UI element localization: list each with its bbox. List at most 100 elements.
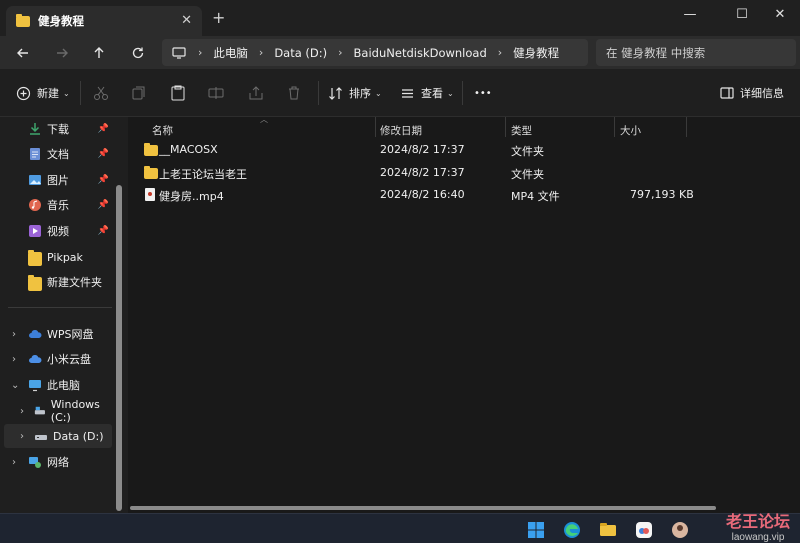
view-button[interactable]: 查看 ⌄ bbox=[400, 82, 454, 104]
delete-icon[interactable] bbox=[285, 84, 303, 102]
breadcrumb-separator[interactable]: › bbox=[259, 46, 263, 59]
column-header-size[interactable]: 大小 bbox=[620, 120, 641, 140]
breadcrumb-this-pc[interactable]: 此电脑 bbox=[213, 45, 248, 61]
cloud-icon bbox=[29, 329, 42, 338]
windows-start-icon[interactable] bbox=[526, 520, 546, 540]
up-button[interactable] bbox=[86, 42, 112, 64]
tab-active[interactable]: 健身教程 ✕ bbox=[6, 6, 202, 36]
file-modified: 2024/8/2 17:37 bbox=[380, 143, 465, 156]
more-options-button[interactable]: ••• bbox=[474, 82, 492, 104]
sidebar-item-label: 小米云盘 bbox=[47, 353, 91, 366]
horizontal-scrollbar[interactable] bbox=[130, 506, 716, 510]
breadcrumb-separator[interactable]: › bbox=[338, 46, 342, 59]
sidebar-item-data-d[interactable]: › Data (D:) bbox=[4, 424, 112, 448]
sidebar-item-wps-cloud[interactable]: › WPS网盘 bbox=[0, 322, 112, 346]
pictures-icon bbox=[29, 175, 41, 185]
file-list: ︿ 名称 修改日期 类型 大小 __MACOSX 2024/8/2 17:37 … bbox=[128, 115, 800, 513]
file-modified: 2024/8/2 17:37 bbox=[380, 166, 465, 179]
chevron-right-icon[interactable]: › bbox=[12, 354, 16, 365]
sidebar-item-windows-c[interactable]: › Windows (C:) bbox=[0, 398, 112, 424]
pin-icon: 📌 bbox=[97, 200, 109, 210]
sidebar-item-label: Windows (C:) bbox=[50, 398, 100, 424]
breadcrumb-separator[interactable]: › bbox=[498, 46, 502, 59]
close-button[interactable]: ✕ bbox=[762, 2, 798, 26]
file-explorer-icon[interactable] bbox=[598, 520, 618, 540]
sidebar-item-label: 新建文件夹 bbox=[47, 276, 102, 289]
column-divider[interactable] bbox=[614, 117, 615, 137]
sidebar-item-new-folder[interactable]: 新建文件夹 bbox=[0, 270, 112, 294]
chevron-down-icon[interactable]: ⌄ bbox=[11, 380, 19, 391]
view-button-label: 查看 bbox=[421, 87, 443, 100]
sidebar-item-videos[interactable]: 视频 📌 bbox=[0, 219, 112, 243]
file-name: 上老王论坛当老王 bbox=[159, 168, 247, 181]
navigation-pane: 下载 📌 文档 📌 图片 📌 音乐 📌 视频 📌 Pikpak 新建文件夹 › … bbox=[0, 117, 128, 513]
sidebar-item-documents[interactable]: 文档 📌 bbox=[0, 142, 112, 166]
chevron-right-icon[interactable]: › bbox=[12, 329, 16, 340]
sidebar-item-label: Pikpak bbox=[47, 250, 83, 264]
file-row[interactable]: 上老王论坛当老王 2024/8/2 17:37 文件夹 bbox=[128, 162, 800, 184]
cloud-app-icon[interactable] bbox=[634, 520, 654, 540]
file-type: 文件夹 bbox=[511, 168, 544, 181]
chevron-right-icon[interactable]: › bbox=[20, 406, 24, 417]
forum-watermark: 老王论坛 laowang.vip bbox=[718, 508, 798, 543]
refresh-icon bbox=[132, 47, 144, 59]
sidebar-item-pikpak[interactable]: Pikpak bbox=[0, 245, 112, 269]
file-type: 文件夹 bbox=[511, 145, 544, 158]
new-tab-button[interactable]: + bbox=[212, 8, 225, 27]
rename-icon[interactable] bbox=[207, 84, 225, 102]
folder-icon bbox=[16, 13, 30, 27]
folder-icon bbox=[28, 274, 42, 291]
sidebar-item-xiaomi-cloud[interactable]: › 小米云盘 bbox=[0, 347, 112, 371]
details-pane-icon bbox=[720, 87, 734, 99]
avatar-app-icon[interactable] bbox=[670, 520, 690, 540]
breadcrumb-data-d[interactable]: Data (D:) bbox=[274, 46, 327, 60]
column-divider[interactable] bbox=[375, 117, 376, 137]
search-input[interactable]: 在 健身教程 中搜索 bbox=[596, 39, 796, 66]
details-pane-button[interactable]: 详细信息 bbox=[720, 82, 784, 104]
new-button-label: 新建 bbox=[37, 87, 59, 100]
sidebar-item-pictures[interactable]: 图片 📌 bbox=[0, 168, 112, 192]
minimize-button[interactable]: — bbox=[672, 2, 708, 26]
address-row: › 此电脑 › Data (D:) › BaiduNetdiskDownload… bbox=[0, 36, 800, 69]
sidebar-item-downloads[interactable]: 下载 📌 bbox=[0, 117, 112, 141]
column-header-modified[interactable]: 修改日期 bbox=[380, 120, 422, 140]
file-row[interactable]: 健身房..mp4 2024/8/2 16:40 MP4 文件 797,193 K… bbox=[128, 184, 800, 206]
plus-circle-icon bbox=[16, 86, 31, 100]
cut-icon[interactable] bbox=[92, 84, 110, 102]
sort-button[interactable]: 排序 ⌄ bbox=[328, 82, 382, 104]
back-button[interactable] bbox=[10, 42, 36, 64]
videos-icon bbox=[29, 225, 41, 237]
column-divider[interactable] bbox=[686, 117, 687, 137]
forward-arrow-icon bbox=[57, 48, 68, 58]
file-row[interactable]: __MACOSX 2024/8/2 17:37 文件夹 bbox=[128, 139, 800, 161]
pin-icon: 📌 bbox=[97, 226, 109, 236]
address-bar[interactable]: › 此电脑 › Data (D:) › BaiduNetdiskDownload… bbox=[162, 39, 588, 66]
pin-icon: 📌 bbox=[97, 149, 109, 159]
column-header-type[interactable]: 类型 bbox=[511, 120, 532, 140]
pc-icon bbox=[29, 380, 41, 392]
sidebar-item-music[interactable]: 音乐 📌 bbox=[0, 193, 112, 217]
column-divider[interactable] bbox=[505, 117, 506, 137]
sidebar-item-network[interactable]: › 网络 bbox=[0, 450, 112, 474]
chevron-right-icon[interactable]: › bbox=[12, 457, 16, 468]
copy-icon[interactable] bbox=[130, 84, 148, 102]
new-button[interactable]: 新建 ⌄ bbox=[16, 82, 70, 104]
file-type: MP4 文件 bbox=[511, 190, 560, 203]
forward-button[interactable] bbox=[49, 42, 75, 64]
breadcrumb-baidunetdiskdownload[interactable]: BaiduNetdiskDownload bbox=[354, 46, 487, 60]
sidebar-item-this-pc[interactable]: ⌄ 此电脑 bbox=[0, 373, 112, 397]
sidebar-item-label: 音乐 bbox=[47, 199, 69, 212]
paste-icon[interactable] bbox=[169, 84, 187, 102]
column-header-name[interactable]: 名称 bbox=[152, 120, 173, 140]
maximize-button[interactable]: ☐ bbox=[724, 2, 760, 26]
edge-browser-icon[interactable] bbox=[562, 520, 582, 540]
sidebar-scrollbar[interactable] bbox=[116, 185, 122, 511]
refresh-button[interactable] bbox=[125, 42, 151, 64]
tab-close-button[interactable]: ✕ bbox=[181, 13, 192, 28]
share-icon[interactable] bbox=[247, 84, 265, 102]
sidebar-divider bbox=[8, 307, 112, 308]
breadcrumb-current-folder[interactable]: 健身教程 bbox=[513, 45, 559, 61]
chevron-right-icon[interactable]: › bbox=[20, 431, 24, 442]
sort-button-label: 排序 bbox=[349, 87, 371, 100]
toolbar-divider bbox=[80, 81, 81, 105]
